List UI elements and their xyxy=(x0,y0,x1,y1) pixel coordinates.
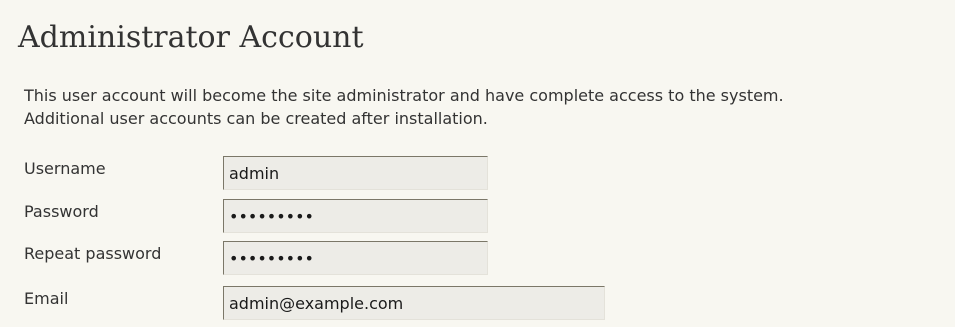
password-label: Password xyxy=(24,202,99,221)
section-description: This user account will become the site a… xyxy=(24,84,784,130)
email-input[interactable] xyxy=(223,286,605,320)
username-row: Username xyxy=(0,153,955,193)
description-line-1: This user account will become the site a… xyxy=(24,86,784,105)
repeat-password-label: Repeat password xyxy=(24,244,162,263)
password-row: Password xyxy=(0,196,955,236)
password-input[interactable] xyxy=(223,199,488,233)
username-label: Username xyxy=(24,159,106,178)
username-input[interactable] xyxy=(223,156,488,190)
description-line-2: Additional user accounts can be created … xyxy=(24,109,488,128)
section-title: Administrator Account xyxy=(18,20,364,55)
email-row: Email xyxy=(0,283,955,323)
email-label: Email xyxy=(24,289,69,308)
repeat-password-row: Repeat password xyxy=(0,238,955,278)
repeat-password-input[interactable] xyxy=(223,241,488,275)
